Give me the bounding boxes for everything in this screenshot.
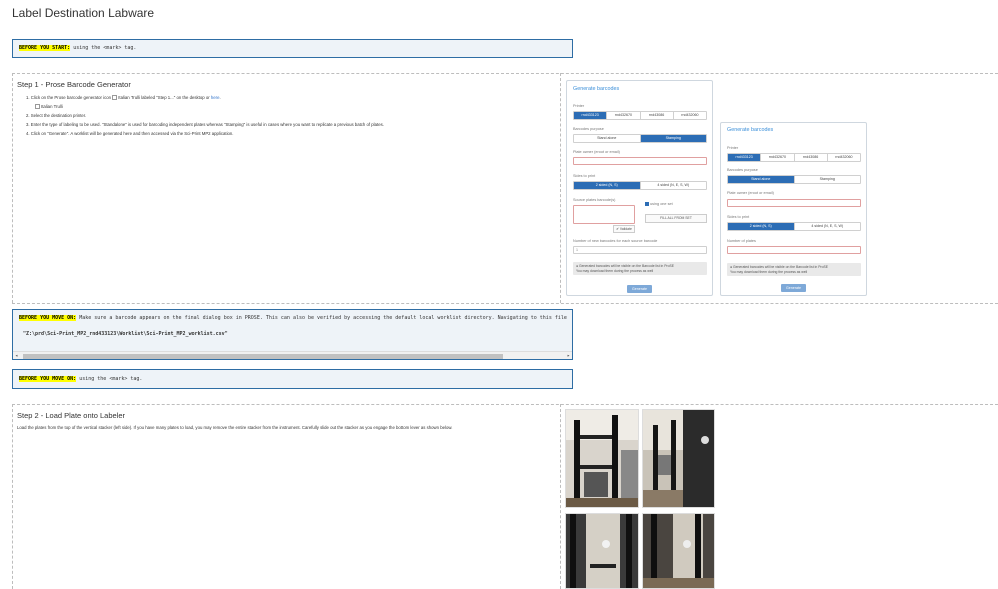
printer-option[interactable]: rnd432060 [674, 112, 706, 119]
info-note: ● Generated barcodes will be visible on … [727, 263, 861, 276]
scrollbar-thumb[interactable] [23, 354, 503, 359]
printer-option[interactable]: rnd433123 [574, 112, 608, 119]
owner-input[interactable] [573, 157, 707, 165]
sides-selector: 2 sided (N, S) 4 sided (N, E, S, W) [727, 222, 861, 231]
printer-option[interactable]: rnd43086 [641, 112, 674, 119]
count-label: Number of new barcodes for each source b… [573, 239, 658, 243]
count-input[interactable]: 1 [573, 246, 707, 254]
section-divider [12, 73, 13, 303]
callout-mark: BEFORE YOU START: [19, 45, 71, 51]
section-divider [12, 303, 998, 304]
section-divider [12, 73, 998, 74]
purpose-option-standalone[interactable]: Stand alone [574, 135, 641, 142]
step1-title: Step 1 - Prose Barcode Generator [17, 80, 131, 89]
scroll-right-icon[interactable]: ▸ [567, 352, 570, 359]
labeler-photo [642, 409, 715, 508]
sides-selector: 2 sided (N, S) 4 sided (N, E, S, W) [573, 181, 707, 190]
purpose-label: Barcodes purpose [727, 168, 758, 172]
callout-text: using the <mark> tag. [76, 376, 143, 382]
generate-button[interactable]: Generate [627, 285, 652, 293]
sides-option-2[interactable]: 2 sided (N, S) [574, 182, 641, 189]
callout-text: using the <mark> tag. [70, 45, 137, 51]
step2-title: Step 2 - Load Plate onto Labeler [17, 411, 125, 420]
info-icon: ● [576, 264, 579, 268]
step1-instructions: 1. Click on the Prose barcode generator … [26, 95, 554, 137]
checkbox-icon [645, 202, 649, 206]
purpose-selector: Stand alone Stamping [573, 134, 707, 143]
step1-item-1-image: Italian Trulli [35, 104, 554, 110]
stacker-lever-photo [642, 513, 715, 589]
printer-option[interactable]: rnd432670 [761, 154, 795, 161]
owner-input[interactable] [727, 199, 861, 207]
callout-text: Make sure a barcode appears on the final… [76, 315, 567, 321]
callout-before-move-on-2: BEFORE YOU MOVE ON: using the <mark> tag… [12, 369, 573, 389]
purpose-selector: Stand alone Stamping [727, 175, 861, 184]
page-title: Label Destination Labware [12, 6, 155, 20]
generate-button[interactable]: Generate [781, 284, 806, 292]
check-icon: ✔ [616, 227, 619, 231]
broken-image-icon [35, 104, 40, 110]
printer-option[interactable]: rnd433123 [728, 154, 762, 161]
callout-mark: BEFORE YOU MOVE ON: [19, 315, 77, 321]
callout-mark: BEFORE YOU MOVE ON: [19, 376, 77, 382]
source-label: Source plates barcode(s) [573, 198, 616, 202]
source-input[interactable] [573, 205, 635, 224]
sides-option-4[interactable]: 4 sided (N, E, S, W) [795, 223, 861, 230]
using-one-set-option[interactable]: using one set [645, 202, 673, 206]
count-input[interactable] [727, 246, 861, 254]
panel-title: Generate barcodes [727, 127, 774, 133]
purpose-option-stamping[interactable]: Stamping [795, 176, 861, 183]
step1-item-1: 1. Click on the Prose barcode generator … [26, 95, 221, 101]
step1-item-3: 3. Enter the type of labeling to be used… [26, 122, 384, 127]
worklist-path: "Z:\prd\Sci-Print_MP2_rnd433123\Worklist… [23, 331, 228, 337]
section-divider [12, 404, 13, 589]
sides-label: Sides to print [727, 215, 750, 219]
owner-label: Plate owner (eroot or email) [727, 191, 774, 195]
purpose-option-standalone[interactable]: Stand alone [728, 176, 795, 183]
callout-before-start: BEFORE YOU START: using the <mark> tag. [12, 39, 573, 58]
barcode-panel-stamping: Generate barcodes Printer rnd433123 rnd4… [566, 80, 713, 296]
callout-before-move-on: BEFORE YOU MOVE ON: Make sure a barcode … [12, 309, 573, 360]
panel-title: Generate barcodes [573, 86, 620, 92]
broken-image-icon [112, 95, 118, 101]
printer-label: Printer [573, 104, 585, 108]
count-label: Number of plates [727, 239, 756, 243]
fill-all-button[interactable]: FILL ALL FROM SET [645, 214, 707, 223]
info-icon: ● [730, 265, 733, 269]
horizontal-scrollbar[interactable]: ◂ ▸ [13, 351, 572, 359]
printer-label: Printer [727, 146, 739, 150]
step2-instructions: Load the plates from the top of the vert… [17, 425, 453, 430]
purpose-label: Barcodes purpose [573, 127, 604, 131]
barcode-panel-standalone: Generate barcodes Printer rnd433123 rnd4… [720, 122, 867, 296]
scroll-left-icon[interactable]: ◂ [15, 352, 18, 359]
purpose-option-stamping[interactable]: Stamping [640, 135, 706, 142]
stacker-photo [565, 409, 639, 508]
column-divider [560, 404, 561, 589]
column-divider [560, 73, 561, 303]
printer-option[interactable]: rnd432670 [607, 112, 641, 119]
step1-item-4: 4. Click on "Generate". A worklist will … [26, 131, 234, 136]
section-divider [12, 404, 998, 405]
step1-item-2: 2. Select the destination printer. [26, 113, 87, 118]
printer-selector: rnd433123 rnd432670 rnd43086 rnd432060 [573, 111, 707, 120]
owner-label: Plate owner (eroot or email) [573, 150, 620, 154]
validate-button[interactable]: ✔ Validate [613, 225, 635, 233]
printer-option[interactable]: rnd43086 [795, 154, 828, 161]
printer-selector: rnd433123 rnd432670 rnd43086 rnd432060 [727, 153, 861, 162]
stacker-removed-photo [565, 513, 639, 589]
info-note: ● Generated barcodes will be visible on … [573, 262, 707, 275]
sides-option-4[interactable]: 4 sided (N, E, S, W) [641, 182, 707, 189]
sides-option-2[interactable]: 2 sided (N, S) [728, 223, 795, 230]
printer-option[interactable]: rnd432060 [828, 154, 860, 161]
sides-label: Sides to print [573, 174, 596, 178]
